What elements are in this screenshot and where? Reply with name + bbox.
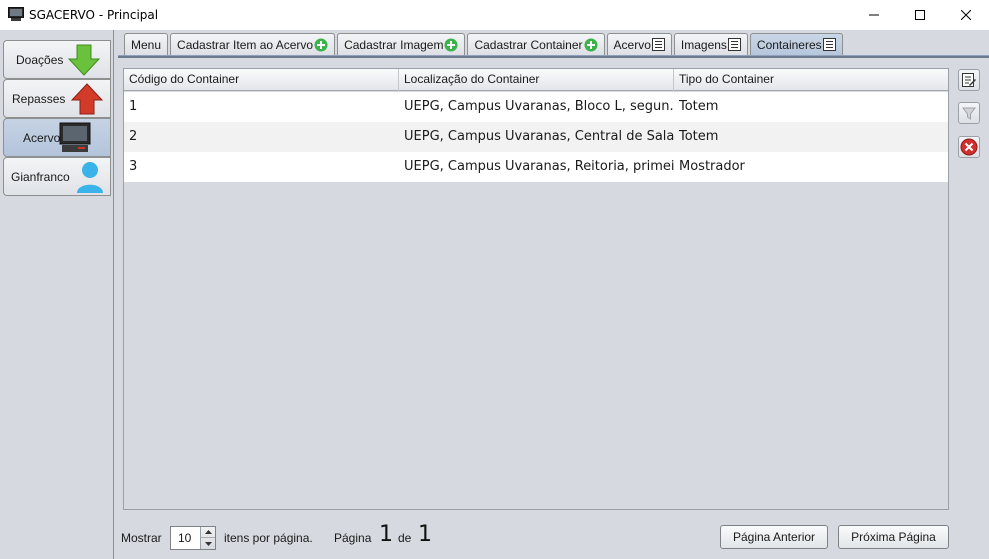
next-page-button[interactable]: Próxima Página [838,525,949,549]
cell-codigo: 1 [129,99,138,114]
items-per-page-label: itens por página. [224,531,313,545]
tab-label: Cadastrar Item ao Acervo [177,37,314,52]
cell-tipo: Totem [679,99,719,114]
page-label: Página [334,531,372,545]
arrow-up-red-icon [70,83,104,115]
tab-cadastrar-imagem[interactable]: Cadastrar Imagem [337,33,466,55]
tab-divider [118,55,989,58]
tab-cadastrar-container[interactable]: Cadastrar Container [467,33,605,55]
containers-table: Código do Container Localização do Conta… [123,68,949,510]
tab-cadastrar-item[interactable]: Cadastrar Item ao Acervo [170,33,336,55]
tab-label: Acervo [613,37,651,52]
cell-localizacao: UEPG, Campus Uvaranas, Bloco L, segun... [404,99,674,114]
add-icon [444,38,458,51]
chevron-down-icon [204,541,212,546]
list-icon [822,38,836,51]
sidebar-item-doacoes[interactable]: Doações [3,40,111,79]
minimize-button[interactable] [851,0,897,30]
next-page-label: Próxima Página [851,530,936,544]
side-navigation: Doações Repasses Acervo Gianfranco [0,30,114,559]
sidebar-item-label: Doações [16,52,64,67]
add-icon [584,38,598,51]
window-title: SGACERVO - Principal [29,8,159,22]
table-header: Código do Container Localização do Conta… [124,69,948,91]
tab-imagens[interactable]: Imagens [673,33,748,55]
computer-icon [59,122,91,152]
chevron-up-icon [204,530,212,534]
tab-label: Imagens [680,37,727,52]
close-button[interactable] [943,0,989,30]
column-header-tipo[interactable]: Tipo do Container [674,69,948,91]
filter-button[interactable] [958,102,980,124]
tab-label: Cadastrar Container [474,37,583,52]
items-per-page-value[interactable]: 10 [178,531,191,545]
edit-icon [962,73,976,87]
tab-containeres[interactable]: Containeres [749,33,843,55]
tab-label: Menu [131,37,162,52]
list-icon [727,38,741,51]
sidebar-item-acervo[interactable]: Acervo [3,118,111,157]
sidebar-item-gianfranco[interactable]: Gianfranco [3,157,111,196]
cell-codigo: 2 [129,129,138,144]
cell-localizacao: UEPG, Campus Uvaranas, Reitoria, primei.… [404,159,674,174]
tab-label: Containeres [756,37,822,52]
spinner-down-button[interactable] [201,538,215,549]
add-icon [314,38,328,51]
tab-acervo[interactable]: Acervo [606,33,672,55]
edit-button[interactable] [958,69,980,91]
tab-strip: Menu Cadastrar Item ao Acervo Cadastrar … [124,33,845,55]
column-header-codigo[interactable]: Código do Container [124,69,399,91]
arrow-down-green-icon [67,44,101,76]
table-row[interactable]: 3 UEPG, Campus Uvaranas, Reitoria, prime… [124,152,948,182]
cell-codigo: 3 [129,159,138,174]
sidebar-item-label: Repasses [12,91,66,106]
maximize-button[interactable] [897,0,943,30]
tab-menu[interactable]: Menu [124,33,169,55]
cell-tipo: Mostrador [679,159,745,174]
sidebar-item-repasses[interactable]: Repasses [3,79,111,118]
table-row[interactable]: 1 UEPG, Campus Uvaranas, Bloco L, segun.… [124,92,948,122]
user-icon [77,162,103,193]
main-window-content: Doações Repasses Acervo Gianfranco Menu … [0,30,989,559]
previous-page-label: Página Anterior [732,530,816,544]
title-bar: SGACERVO - Principal [0,0,989,30]
delete-icon [960,138,978,156]
table-row[interactable]: 2 UEPG, Campus Uvaranas, Central de Sala… [124,122,948,152]
spinner-buttons [200,527,215,549]
previous-page-button[interactable]: Página Anterior [720,525,828,549]
filter-icon [962,107,976,120]
maximize-icon [915,10,925,20]
column-header-localizacao[interactable]: Localização do Container [399,69,674,91]
show-label: Mostrar [121,531,162,545]
cell-tipo: Totem [679,129,719,144]
app-computer-icon [8,7,24,21]
sidebar-item-label: Acervo [23,130,61,145]
delete-button[interactable] [958,136,980,158]
items-per-page-spinner[interactable]: 10 [170,526,216,550]
list-icon [651,38,665,51]
close-icon [961,10,971,20]
total-pages: 1 [418,522,432,547]
spinner-up-button[interactable] [201,527,215,538]
tab-label: Cadastrar Imagem [344,37,444,52]
cell-localizacao: UEPG, Campus Uvaranas, Central de Salas [404,129,674,144]
current-page: 1 [379,522,393,547]
minimize-icon [869,14,879,16]
sidebar-item-label: Gianfranco [11,169,70,184]
of-label: de [398,531,412,545]
